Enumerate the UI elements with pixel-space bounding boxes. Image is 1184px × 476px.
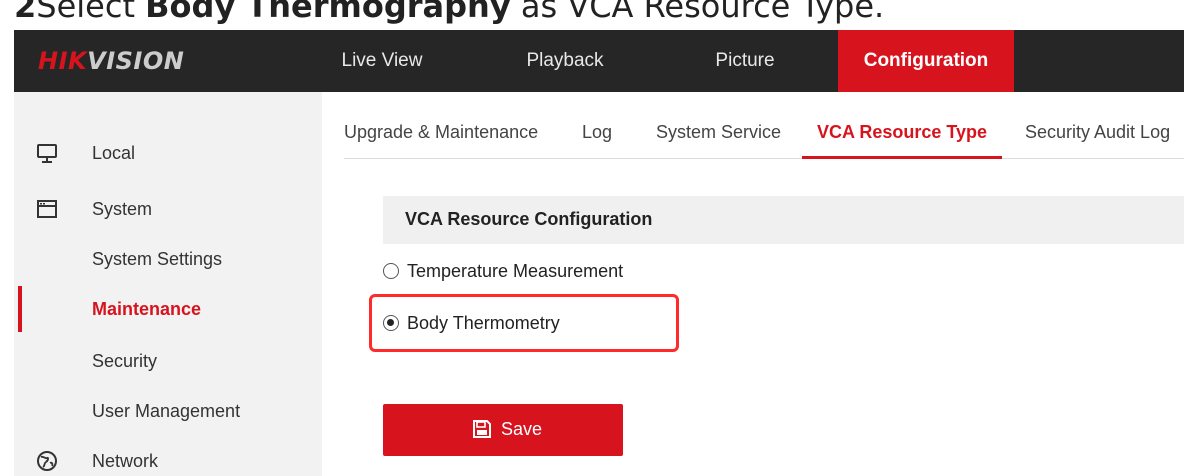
sidebar-item-system-settings[interactable]: System Settings	[14, 236, 322, 282]
sidebar-item-security[interactable]: Security	[14, 338, 322, 384]
caption-suffix: as VCA Resource Type.	[510, 0, 885, 25]
nav-live-view[interactable]: Live View	[334, 30, 430, 92]
radio-label: Temperature Measurement	[407, 261, 624, 281]
monitor-icon	[37, 144, 57, 163]
sidebar-item-label: Maintenance	[92, 299, 202, 319]
window-icon	[37, 200, 57, 218]
highlight-annotation-box	[369, 294, 679, 352]
hikvision-logo: HIKVISION	[38, 47, 185, 75]
nav-playback[interactable]: Playback	[510, 30, 620, 92]
tab-system-service[interactable]: System Service	[656, 122, 781, 143]
sidebar-item-local[interactable]: Local	[14, 130, 322, 176]
active-tab-underline	[802, 156, 1002, 159]
nav-configuration[interactable]: Configuration	[838, 30, 1014, 92]
tab-security-audit-log[interactable]: Security Audit Log	[1025, 122, 1170, 143]
save-button[interactable]: Save	[383, 404, 623, 456]
tabs-divider	[344, 158, 1184, 159]
tab-vca-resource-type[interactable]: VCA Resource Type	[817, 122, 987, 143]
active-indicator	[18, 286, 22, 332]
floppy-disk-icon	[473, 420, 491, 438]
config-subtabs: Upgrade & Maintenance Log System Service…	[322, 92, 1184, 160]
caption-bold-term: Body Thermography	[145, 0, 511, 25]
sidebar-item-label: Local	[92, 143, 136, 163]
globe-icon	[37, 451, 57, 471]
save-button-label: Save	[501, 419, 543, 439]
sidebar-item-maintenance[interactable]: Maintenance	[14, 286, 322, 332]
section-title: VCA Resource Configuration	[405, 209, 653, 229]
section-header: VCA Resource Configuration	[383, 196, 1184, 244]
sidebar: Local System System Settings Maintenance…	[14, 92, 322, 476]
sidebar-item-label: Network	[92, 451, 159, 471]
top-navigation-bar: HIKVISION Live View Playback Picture Con…	[14, 30, 1184, 92]
sidebar-item-label: System Settings	[92, 249, 223, 269]
radio-button[interactable]	[383, 263, 399, 279]
tab-upgrade-maintenance[interactable]: Upgrade & Maintenance	[344, 122, 538, 143]
sidebar-item-user-management[interactable]: User Management	[14, 388, 322, 434]
tab-log[interactable]: Log	[582, 122, 612, 143]
caption-prefix: Select	[36, 0, 146, 25]
nav-picture[interactable]: Picture	[699, 30, 791, 92]
sidebar-item-label: User Management	[92, 401, 241, 421]
sidebar-item-system[interactable]: System	[14, 186, 322, 232]
sidebar-item-label: Security	[92, 351, 158, 371]
sidebar-item-network[interactable]: Network	[14, 438, 322, 476]
sidebar-item-label: System	[92, 199, 153, 219]
step-number: 2	[14, 0, 37, 25]
instruction-caption: 2Select Body Thermography as VCA Resourc…	[14, 0, 884, 26]
radio-temperature-measurement[interactable]: Temperature Measurement	[383, 259, 643, 285]
